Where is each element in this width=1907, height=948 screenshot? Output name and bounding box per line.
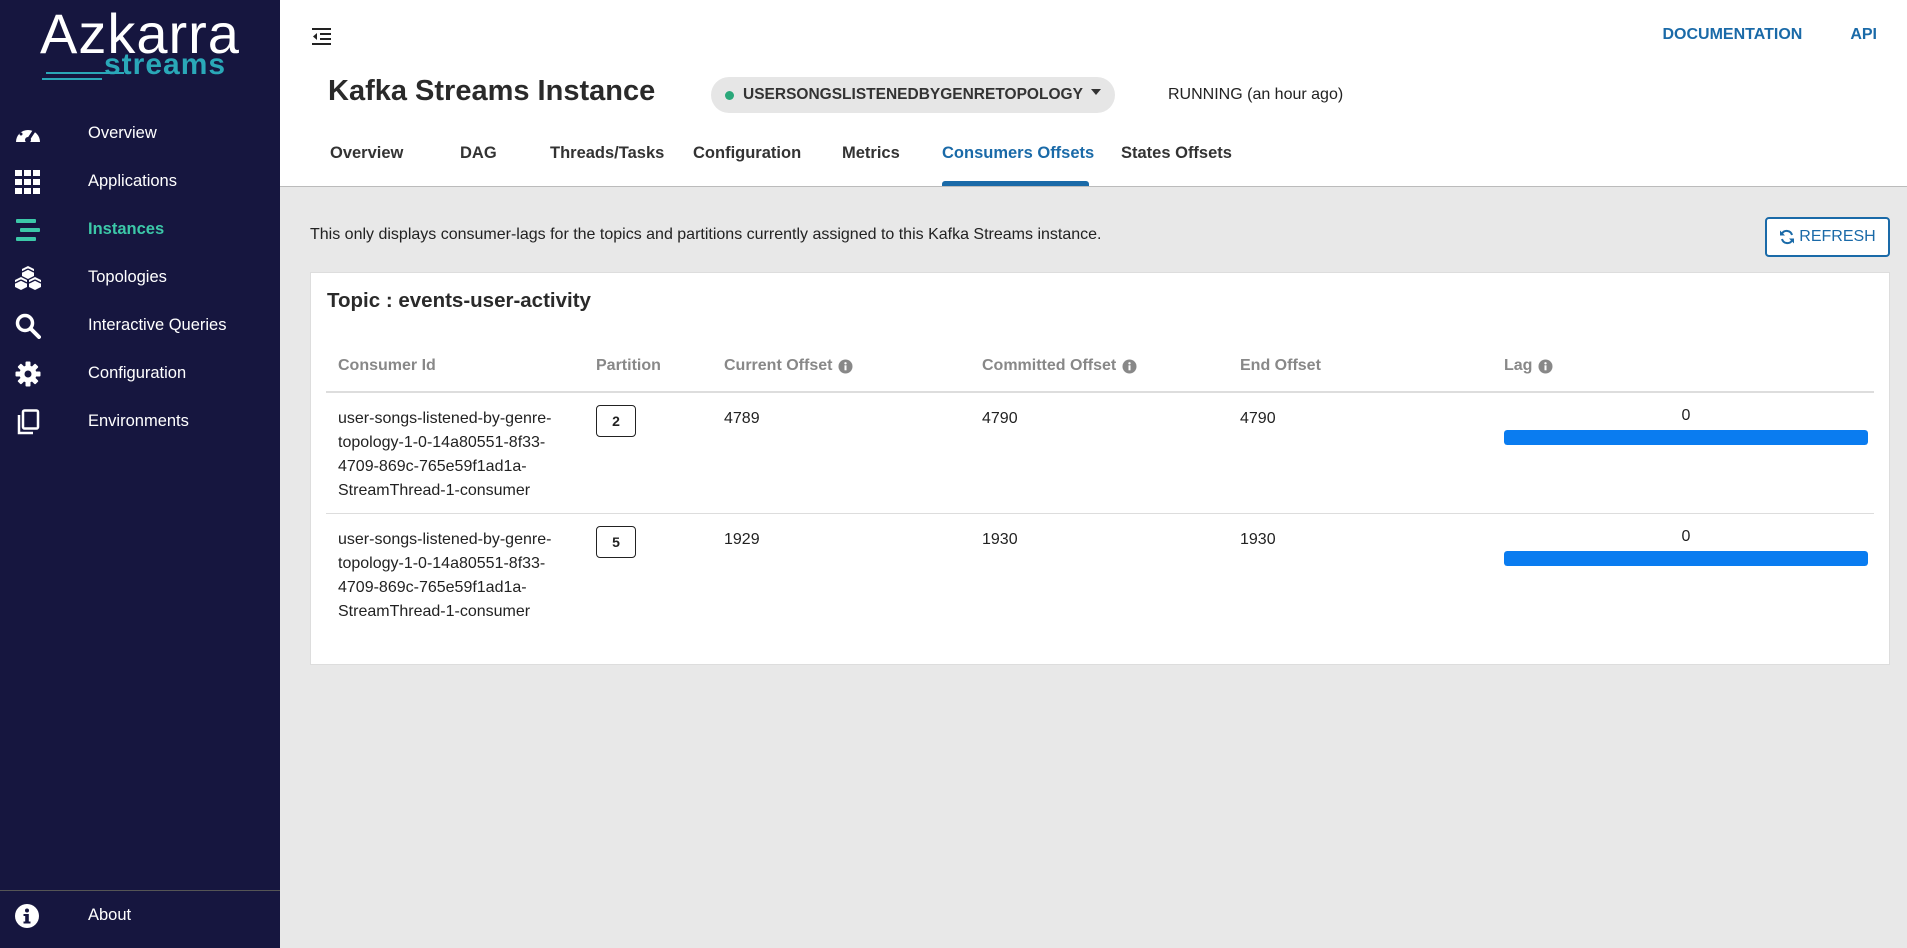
column-header-current-offset: Current Offset xyxy=(724,357,853,375)
consumer-id-cell: user-songs-listened-by-genre-topology-1-… xyxy=(338,531,552,620)
end-offset-cell: 1930 xyxy=(1240,531,1276,548)
sidebar-item-about[interactable]: About xyxy=(0,890,280,948)
lag-progress-bar xyxy=(1504,551,1868,566)
refresh-icon xyxy=(1780,229,1795,245)
sidebar-item-instances[interactable]: Instances xyxy=(0,205,280,253)
instance-name: USERSONGSLISTENEDBYGENRETOPOLOGY xyxy=(743,86,1083,103)
active-tab-indicator xyxy=(942,181,1089,186)
azkarra-logo[interactable]: Azkarra streams xyxy=(40,6,240,82)
tab-metrics[interactable]: Metrics xyxy=(842,144,900,163)
search-icon xyxy=(14,313,42,339)
info-circle-icon xyxy=(14,903,40,934)
page-title: Kafka Streams Instance xyxy=(328,75,656,107)
committed-offset-cell: 4790 xyxy=(982,410,1018,427)
sidebar-item-interactive-queries[interactable]: Interactive Queries xyxy=(0,301,280,349)
info-message: This only displays consumer-lags for the… xyxy=(310,226,1102,243)
info-icon[interactable] xyxy=(1122,359,1137,374)
sidebar-item-label: Topologies xyxy=(88,267,167,286)
committed-offset-cell: 1930 xyxy=(982,531,1018,548)
partition-badge: 2 xyxy=(596,405,636,437)
column-header-consumer-id: Consumer Id xyxy=(338,357,436,374)
sidebar-nav: Overview Applications Instances Topologi… xyxy=(0,109,280,445)
topic-title: Topic : events-user-activity xyxy=(327,289,591,312)
status-dot xyxy=(725,91,734,100)
lag-progress-fill xyxy=(1504,551,1868,566)
sidebar-item-applications[interactable]: Applications xyxy=(0,157,280,205)
documentation-link[interactable]: DOCUMENTATION xyxy=(1662,26,1802,44)
tab-threads-tasks[interactable]: Threads/Tasks xyxy=(550,144,664,163)
table-row: user-songs-listened-by-genre-topology-1-… xyxy=(326,393,1874,514)
column-header-committed-offset: Committed Offset xyxy=(982,357,1137,375)
info-icon[interactable] xyxy=(838,359,853,374)
lag-value: 0 xyxy=(1681,407,1691,424)
sidebar-item-label: Environments xyxy=(88,411,189,430)
sidebar-item-label: Overview xyxy=(88,123,157,142)
header: DOCUMENTATION API Kafka Streams Instance… xyxy=(280,0,1907,187)
column-header-partition: Partition xyxy=(596,357,661,374)
tab-dag[interactable]: DAG xyxy=(460,144,497,163)
tab-overview[interactable]: Overview xyxy=(330,144,403,163)
sidebar-item-label: Configuration xyxy=(88,363,187,382)
speedometer-icon xyxy=(14,121,42,147)
end-offset-cell: 4790 xyxy=(1240,410,1276,427)
sidebar: Azkarra streams Overview Applications In… xyxy=(0,0,280,948)
logo-lines-icon xyxy=(42,72,124,80)
tab-bar: Overview DAG Threads/Tasks Configuration… xyxy=(280,140,1907,187)
sidebar-item-label: Instances xyxy=(88,219,165,238)
column-header-end-offset: End Offset xyxy=(1240,357,1321,374)
instance-selector[interactable]: USERSONGSLISTENEDBYGENRETOPOLOGY xyxy=(711,77,1115,113)
sidebar-item-configuration[interactable]: Configuration xyxy=(0,349,280,397)
menu-toggle-icon[interactable] xyxy=(310,26,334,48)
grid-icon xyxy=(14,169,42,195)
instance-status: RUNNING (an hour ago) xyxy=(1168,86,1344,103)
chevron-down-icon xyxy=(1090,89,1101,95)
stream-icon xyxy=(14,217,42,243)
topic-card: Topic : events-user-activity Consumer Id… xyxy=(310,272,1890,665)
lag-value: 0 xyxy=(1681,528,1691,545)
tab-consumers-offsets[interactable]: Consumers Offsets xyxy=(942,144,1094,163)
sidebar-item-overview[interactable]: Overview xyxy=(0,109,280,157)
partition-badge: 5 xyxy=(596,526,636,558)
lag-progress-fill xyxy=(1504,430,1868,445)
copy-icon xyxy=(14,409,42,435)
refresh-button[interactable]: REFRESH xyxy=(1765,217,1890,257)
cubes-icon xyxy=(14,265,42,291)
refresh-label: REFRESH xyxy=(1799,228,1876,245)
info-icon[interactable] xyxy=(1538,359,1553,374)
column-header-lag: Lag xyxy=(1504,357,1553,375)
gear-icon xyxy=(14,361,42,387)
sidebar-item-label: Interactive Queries xyxy=(88,315,227,334)
sidebar-item-environments[interactable]: Environments xyxy=(0,397,280,445)
sidebar-item-topologies[interactable]: Topologies xyxy=(0,253,280,301)
sidebar-item-label: Applications xyxy=(88,171,177,190)
current-offset-cell: 4789 xyxy=(724,410,760,427)
lag-progress-bar xyxy=(1504,430,1868,445)
consumer-id-cell: user-songs-listened-by-genre-topology-1-… xyxy=(338,410,552,499)
current-offset-cell: 1929 xyxy=(724,531,760,548)
sidebar-item-label: About xyxy=(88,906,132,924)
tab-states-offsets[interactable]: States Offsets xyxy=(1121,144,1232,163)
top-links: DOCUMENTATION API xyxy=(1662,26,1907,44)
table-row: user-songs-listened-by-genre-topology-1-… xyxy=(326,514,1874,635)
tab-configuration[interactable]: Configuration xyxy=(693,144,801,163)
api-link[interactable]: API xyxy=(1850,26,1877,44)
